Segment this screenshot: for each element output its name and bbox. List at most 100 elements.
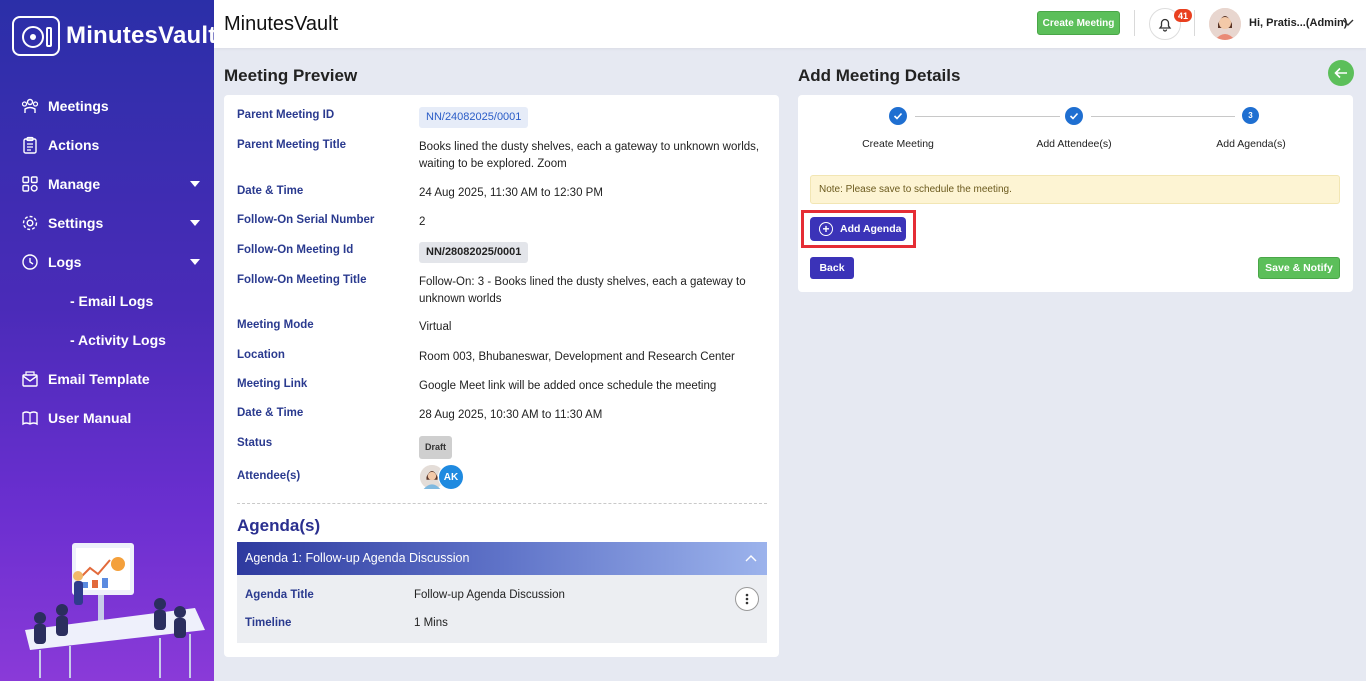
step-create-meeting[interactable] — [889, 107, 907, 125]
step-label: Create Meeting — [862, 138, 934, 150]
agenda-accordion-body: Agenda Title Follow-up Agenda Discussion… — [237, 575, 767, 643]
field-label: Status — [237, 437, 273, 449]
add-meeting-details-title: Add Meeting Details — [798, 66, 961, 85]
history-icon — [20, 252, 40, 272]
agenda-accordion-header[interactable]: Agenda 1: Follow-up Agenda Discussion — [237, 542, 767, 575]
chevron-down-icon[interactable] — [1342, 16, 1354, 28]
add-meeting-details-card: 3 Create Meeting Add Attendee(s) Add Age… — [798, 95, 1353, 292]
step-add-attendees[interactable] — [1065, 107, 1083, 125]
agenda-more-button[interactable] — [735, 587, 759, 611]
brand-name: MinutesVault — [66, 22, 214, 49]
field-label: Meeting Mode — [237, 319, 314, 331]
sidebar-item-actions[interactable]: Actions — [0, 125, 214, 164]
sidebar-item-activity-logs[interactable]: - Activity Logs — [0, 320, 214, 359]
field-label: Parent Meeting Title — [237, 139, 347, 151]
field-row: Attendee(s) AK — [237, 464, 767, 500]
sidebar-nav: Meetings Actions Manage Settings Logs - … — [0, 86, 214, 437]
field-value: Draft — [419, 436, 769, 459]
field-value: NN/28082025/0001 — [419, 242, 769, 263]
top-header: MinutesVault Create Meeting 41 Hi, Prati… — [214, 0, 1366, 48]
field-value: Room 003, Bhubaneswar, Development and R… — [419, 351, 735, 363]
sidebar-item-manage[interactable]: Manage — [0, 164, 214, 203]
sidebar-item-email-template[interactable]: Email Template — [0, 359, 214, 398]
mail-icon — [20, 369, 40, 389]
divider — [237, 503, 767, 504]
save-notify-button[interactable]: Save & Notify — [1258, 257, 1340, 279]
field-value: 2 — [419, 216, 426, 228]
step-add-agendas[interactable]: 3 — [1242, 107, 1259, 124]
create-meeting-button[interactable]: Create Meeting — [1037, 11, 1120, 35]
sidebar-item-settings[interactable]: Settings — [0, 203, 214, 242]
stepper-line — [915, 116, 1060, 117]
agenda-title-label: Agenda Title — [245, 589, 314, 601]
chevron-down-icon[interactable] — [190, 259, 200, 265]
field-label: Attendee(s) — [237, 470, 301, 482]
check-icon — [1069, 112, 1079, 120]
user-greeting[interactable]: Hi, Pratis...(Admin) — [1249, 17, 1347, 29]
chevron-down-icon[interactable] — [190, 181, 200, 187]
sidebar-item-label: Actions — [48, 136, 100, 153]
sidebar-item-user-manual[interactable]: User Manual — [0, 398, 214, 437]
agenda-accordion-title: Agenda 1: Follow-up Agenda Discussion — [245, 551, 470, 565]
bell-icon — [1158, 18, 1172, 32]
app-title: MinutesVault — [224, 13, 339, 35]
agenda-timeline-label: Timeline — [245, 617, 292, 629]
gear-icon — [20, 213, 40, 233]
schedule-note: Note: Please save to schedule the meetin… — [810, 175, 1340, 204]
sidebar-item-label: Settings — [48, 214, 104, 231]
agenda-title-value: Follow-up Agenda Discussion — [414, 589, 565, 601]
chevron-up-icon[interactable] — [745, 554, 757, 562]
attendee-initials-avatar[interactable]: AK — [438, 464, 464, 490]
divider — [1194, 10, 1195, 36]
book-icon — [20, 408, 40, 428]
stepper-line — [1091, 116, 1235, 117]
add-agenda-button[interactable]: + Add Agenda — [810, 217, 906, 241]
meeting-preview-card: Parent Meeting ID NN/24082025/0001 Paren… — [224, 95, 779, 657]
field-value: 28 Aug 2025, 10:30 AM to 11:30 AM — [419, 409, 603, 421]
meeting-preview-title: Meeting Preview — [224, 66, 358, 85]
back-arrow-button[interactable] — [1328, 60, 1354, 86]
field-label: Follow-On Serial Number — [237, 214, 375, 226]
sidebar-item-label: Manage — [48, 175, 101, 192]
field-label: Location — [237, 349, 285, 361]
sidebar-item-label: Logs — [48, 253, 82, 270]
sidebar-item-label: Email Template — [48, 370, 150, 387]
field-label: Follow-On Meeting Title — [237, 274, 367, 286]
field-value: Google Meet link will be added once sche… — [419, 380, 717, 392]
back-button[interactable]: Back — [810, 257, 854, 279]
field-value: 24 Aug 2025, 11:30 AM to 12:30 PM — [419, 187, 603, 199]
sidebar-item-label: - Activity Logs — [70, 331, 166, 348]
step-label: Add Agenda(s) — [1216, 138, 1286, 150]
meeting-illustration — [25, 543, 205, 678]
field-label: Date & Time — [237, 185, 304, 197]
field-label: Date & Time — [237, 407, 304, 419]
arrow-left-icon — [1334, 67, 1347, 79]
add-agenda-label: Add Agenda — [840, 223, 902, 235]
avatar[interactable] — [1209, 8, 1241, 40]
agenda-timeline-value: 1 Mins — [414, 617, 448, 629]
clipboard-icon — [20, 135, 40, 155]
parent-meeting-id-chip: NN/24082025/0001 — [419, 107, 529, 128]
meetings-icon — [20, 96, 40, 116]
status-badge: Draft — [419, 436, 453, 459]
sidebar-item-email-logs[interactable]: - Email Logs — [0, 281, 214, 320]
vault-icon — [12, 16, 60, 56]
sidebar-item-logs[interactable]: Logs — [0, 242, 214, 281]
field-value: Follow-On: 3 - Books lined the dusty she… — [419, 276, 746, 305]
brand-logo[interactable]: MinutesVault — [12, 16, 214, 56]
check-icon — [893, 112, 903, 120]
sidebar: MinutesVault Meetings Actions Manage Set… — [0, 0, 214, 681]
follow-on-meeting-id-chip: NN/28082025/0001 — [419, 242, 529, 263]
more-vertical-icon — [745, 593, 749, 605]
field-label: Parent Meeting ID — [237, 109, 335, 121]
field-label: Meeting Link — [237, 378, 308, 390]
chevron-down-icon[interactable] — [190, 220, 200, 226]
agenda-heading: Agenda(s) — [237, 516, 321, 535]
divider — [1134, 10, 1135, 36]
grid-icon — [20, 174, 40, 194]
plus-circle-icon: + — [819, 222, 833, 236]
step-label: Add Attendee(s) — [1036, 138, 1112, 150]
sidebar-item-meetings[interactable]: Meetings — [0, 86, 214, 125]
sidebar-item-label: - Email Logs — [70, 292, 154, 309]
sidebar-item-label: User Manual — [48, 409, 132, 426]
